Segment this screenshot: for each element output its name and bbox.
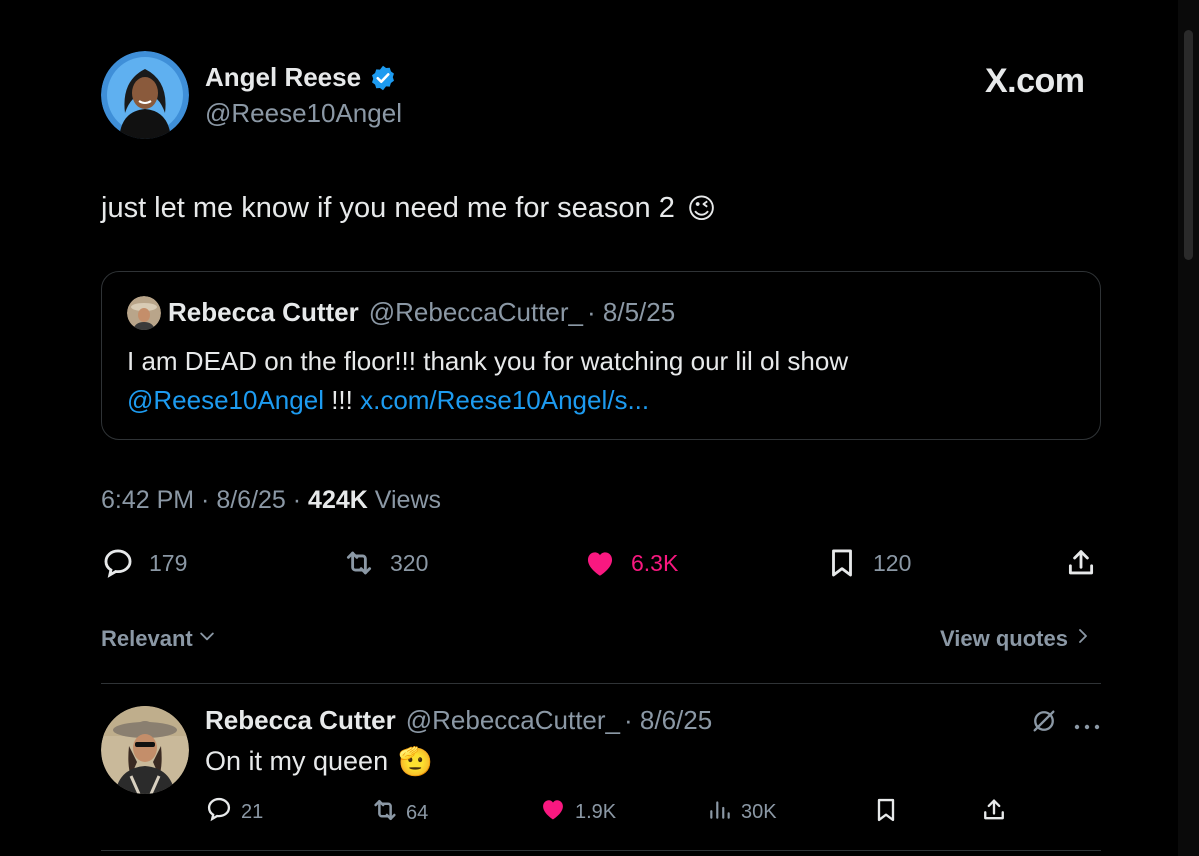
- quote-url-link[interactable]: x.com/Reese10Angel/s...: [360, 385, 649, 415]
- author-name-row: Angel Reese: [205, 62, 397, 93]
- bookmark-icon: [872, 795, 900, 831]
- wink-emoji: 😉: [686, 193, 717, 224]
- view-quotes-label: View quotes: [940, 626, 1068, 651]
- views-label: Views: [367, 486, 441, 514]
- reply-like-count: 1.9K: [575, 800, 617, 823]
- bottom-divider: [101, 850, 1101, 851]
- reply-button[interactable]: 179: [101, 546, 187, 580]
- view-quotes-link[interactable]: View quotes: [940, 626, 1092, 652]
- author-handle[interactable]: @Reese10Angel: [205, 98, 402, 129]
- quote-text-line1: I am DEAD on the floor!!! thank you for …: [127, 346, 849, 376]
- share-button[interactable]: [1064, 546, 1098, 580]
- reply-repost-button[interactable]: 64: [370, 795, 428, 831]
- reply-author-avatar[interactable]: [101, 706, 189, 794]
- reply-views-button[interactable]: 30K: [707, 795, 777, 829]
- divider: [101, 683, 1101, 684]
- reply-repost-count: 64: [406, 801, 429, 824]
- sort-label: Relevant: [101, 626, 193, 651]
- salute-emoji: 🫡: [398, 746, 433, 777]
- scrollbar-thumb[interactable]: [1184, 30, 1193, 260]
- tweet-meta-line: 6:42 PM · 8/6/25 · 424K Views: [101, 486, 441, 515]
- author-avatar[interactable]: [101, 51, 189, 139]
- reply-reply-button[interactable]: 21: [205, 795, 263, 829]
- reply-bookmark-button[interactable]: [872, 795, 900, 831]
- chevron-down-icon: [197, 626, 217, 652]
- repost-count: 320: [390, 549, 429, 576]
- bookmark-button[interactable]: 120: [825, 546, 911, 580]
- reply-like-button[interactable]: 1.9K: [539, 795, 616, 829]
- tweet-text-row: just let me know if you need me for seas…: [101, 192, 716, 225]
- views-chart-icon: [707, 795, 733, 829]
- bookmark-icon: [825, 546, 859, 580]
- reply-reply-count: 21: [241, 800, 264, 823]
- reply-share-button[interactable]: [980, 795, 1008, 831]
- reply-icon: [205, 795, 233, 829]
- reply-author-name[interactable]: Rebecca Cutter: [205, 705, 396, 736]
- tweet-timestamp[interactable]: 6:42 PM · 8/6/25 ·: [101, 486, 308, 514]
- heart-icon: [539, 795, 567, 829]
- reply-count: 179: [149, 549, 188, 576]
- quote-date[interactable]: · 8/5/25: [587, 297, 675, 328]
- reply-views-count: 30K: [741, 800, 777, 823]
- like-count: 6.3K: [631, 549, 679, 576]
- repost-icon: [342, 546, 376, 580]
- grok-icon[interactable]: [1030, 707, 1058, 740]
- tweet-text: just let me know if you need me for seas…: [101, 192, 675, 224]
- views-count: 424K: [308, 486, 368, 514]
- quote-header: Rebecca Cutter @RebeccaCutter_ · 8/5/25: [168, 297, 675, 328]
- repost-button[interactable]: 320: [342, 546, 428, 580]
- quote-author-handle[interactable]: @RebeccaCutter_: [369, 297, 583, 328]
- author-name[interactable]: Angel Reese: [205, 62, 361, 93]
- bookmark-count: 120: [873, 549, 912, 576]
- quote-mention-link[interactable]: @Reese10Angel: [127, 385, 324, 415]
- reply-text: On it my queen: [205, 746, 389, 776]
- quote-text-line2: @Reese10Angel !!! x.com/Reese10Angel/s..…: [127, 380, 649, 420]
- share-icon: [980, 795, 1008, 831]
- heart-icon: [583, 546, 617, 580]
- reply-header: Rebecca Cutter @RebeccaCutter_ · 8/6/25: [205, 705, 712, 736]
- brand-logo-text: X.com: [985, 62, 1085, 100]
- quote-author-name[interactable]: Rebecca Cutter: [168, 297, 359, 328]
- chevron-right-icon: [1074, 626, 1092, 652]
- like-button[interactable]: 6.3K: [583, 546, 678, 580]
- sort-dropdown[interactable]: Relevant: [101, 626, 217, 652]
- more-options-icon[interactable]: [1074, 718, 1100, 736]
- reply-icon: [101, 546, 135, 580]
- reply-author-handle[interactable]: @RebeccaCutter_: [406, 705, 620, 736]
- share-icon: [1064, 546, 1098, 580]
- repost-icon: [370, 795, 400, 831]
- quote-author-avatar[interactable]: [127, 296, 161, 330]
- reply-date[interactable]: · 8/6/25: [624, 705, 712, 736]
- quote-text-mid: !!!: [323, 385, 361, 415]
- reply-text-row: On it my queen 🫡: [205, 745, 433, 778]
- verified-badge-icon: [369, 64, 397, 92]
